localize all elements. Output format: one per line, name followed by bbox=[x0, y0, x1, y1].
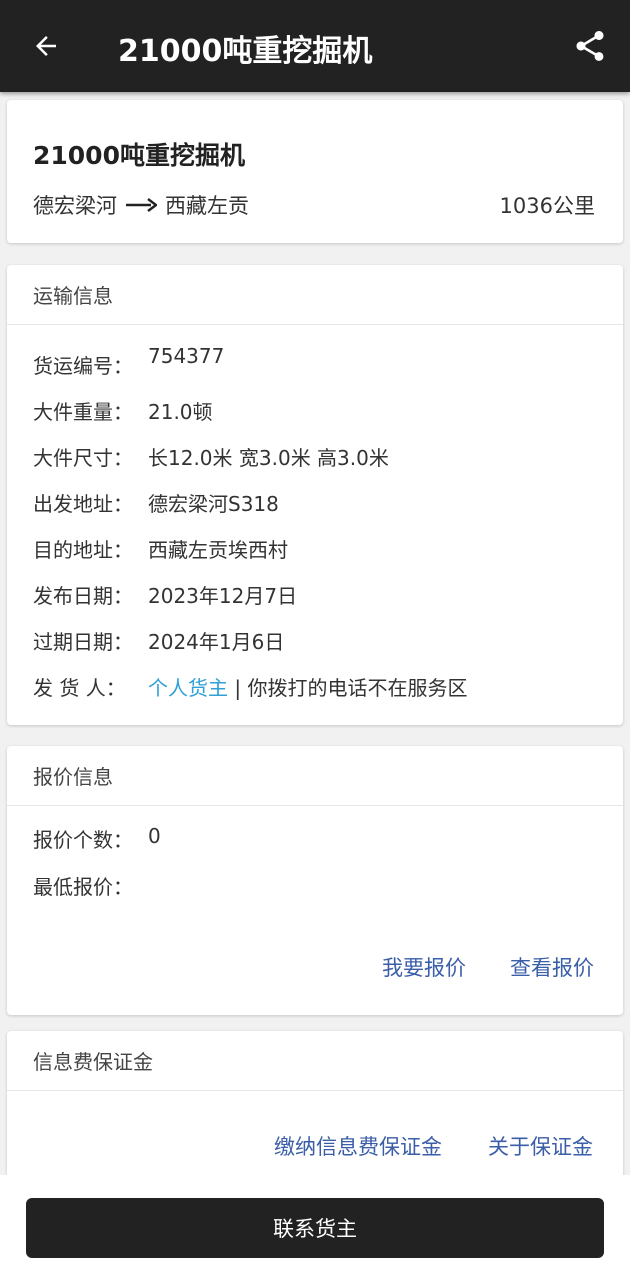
quote-card: 报价信息 报价个数： 0 最低报价： 我要报价 查看报价 bbox=[7, 746, 623, 1015]
route-to: 西藏左贡 bbox=[165, 194, 249, 218]
transport-header: 运输信息 bbox=[7, 265, 623, 325]
route: 德宏梁河 西藏左贡 bbox=[33, 190, 249, 220]
row-value: 2024年1月6日 bbox=[148, 630, 285, 654]
row-label: 目的地址： bbox=[33, 538, 133, 562]
arrow-left-icon bbox=[36, 36, 56, 56]
row-label: 报价个数： bbox=[33, 828, 133, 852]
route-distance: 1036公里 bbox=[499, 194, 595, 218]
row-value: 2023年12月7日 bbox=[148, 584, 298, 608]
row-label: 发布日期： bbox=[33, 584, 133, 608]
make-quote-button[interactable]: 我要报价 bbox=[382, 952, 466, 982]
quote-count-value: 0 bbox=[148, 824, 161, 848]
row-label: 货运编号： bbox=[33, 354, 133, 378]
share-icon bbox=[576, 31, 604, 61]
contact-shipper-button[interactable]: 联系货主 bbox=[26, 1198, 604, 1258]
info-row-destination: 目的地址： 西藏左贡埃西村 bbox=[33, 534, 288, 563]
view-quote-button[interactable]: 查看报价 bbox=[510, 952, 594, 982]
row-label: 大件尺寸： bbox=[33, 446, 133, 470]
app-bar: 21000吨重挖掘机 bbox=[0, 0, 630, 92]
row-label: 出发地址： bbox=[33, 492, 133, 516]
pay-deposit-button[interactable]: 缴纳信息费保证金 bbox=[274, 1131, 442, 1161]
info-row-size: 大件尺寸： 长12.0米 宽3.0米 高3.0米 bbox=[33, 442, 389, 471]
quote-count-row: 报价个数： 0 bbox=[33, 824, 161, 853]
row-value: 西藏左贡埃西村 bbox=[148, 538, 288, 562]
summary-card: 21000吨重挖掘机 德宏梁河 西藏左贡 1036公里 bbox=[7, 100, 623, 243]
deposit-card: 信息费保证金 缴纳信息费保证金 关于保证金 bbox=[7, 1031, 623, 1191]
info-row-publish-date: 发布日期： 2023年12月7日 bbox=[33, 580, 297, 609]
about-deposit-button[interactable]: 关于保证金 bbox=[488, 1131, 593, 1161]
long-arrow-right-icon bbox=[126, 198, 157, 212]
row-value: 德宏梁河S318 bbox=[148, 492, 279, 516]
quote-lowest-row: 最低报价： bbox=[33, 871, 148, 900]
info-row-id: 货运编号： 754377 bbox=[33, 344, 224, 379]
route-from: 德宏梁河 bbox=[33, 194, 117, 218]
shipper-phone: 你拨打的电话不在服务区 bbox=[247, 676, 468, 700]
page-title: 21000吨重挖掘机 bbox=[118, 34, 373, 69]
bottom-bar: 联系货主 bbox=[0, 1175, 630, 1280]
row-label: 发 货 人： bbox=[33, 676, 126, 700]
info-row-shipper: 发 货 人： 个人货主 | 你拨打的电话不在服务区 bbox=[33, 672, 467, 701]
info-row-expire-date: 过期日期： 2024年1月6日 bbox=[33, 626, 284, 655]
row-value: 21.0顿 bbox=[148, 400, 213, 424]
transport-card: 运输信息 货运编号： 754377 大件重量： 21.0顿 大件尺寸： 长12.… bbox=[7, 265, 623, 725]
row-label: 最低报价： bbox=[33, 875, 133, 899]
row-label: 大件重量： bbox=[33, 400, 133, 424]
row-value: 长12.0米 宽3.0米 高3.0米 bbox=[148, 446, 389, 470]
share-button[interactable] bbox=[572, 28, 608, 64]
quote-header: 报价信息 bbox=[7, 746, 623, 806]
back-button[interactable] bbox=[0, 0, 92, 92]
row-label: 过期日期： bbox=[33, 630, 133, 654]
row-value: 754377 bbox=[148, 344, 225, 368]
cargo-title: 21000吨重挖掘机 bbox=[33, 141, 245, 170]
shipper-link[interactable]: 个人货主 bbox=[148, 676, 228, 700]
info-row-origin: 出发地址： 德宏梁河S318 bbox=[33, 488, 279, 517]
shipper-separator: | bbox=[228, 676, 248, 700]
deposit-header: 信息费保证金 bbox=[7, 1031, 623, 1091]
info-row-weight: 大件重量： 21.0顿 bbox=[33, 396, 213, 425]
